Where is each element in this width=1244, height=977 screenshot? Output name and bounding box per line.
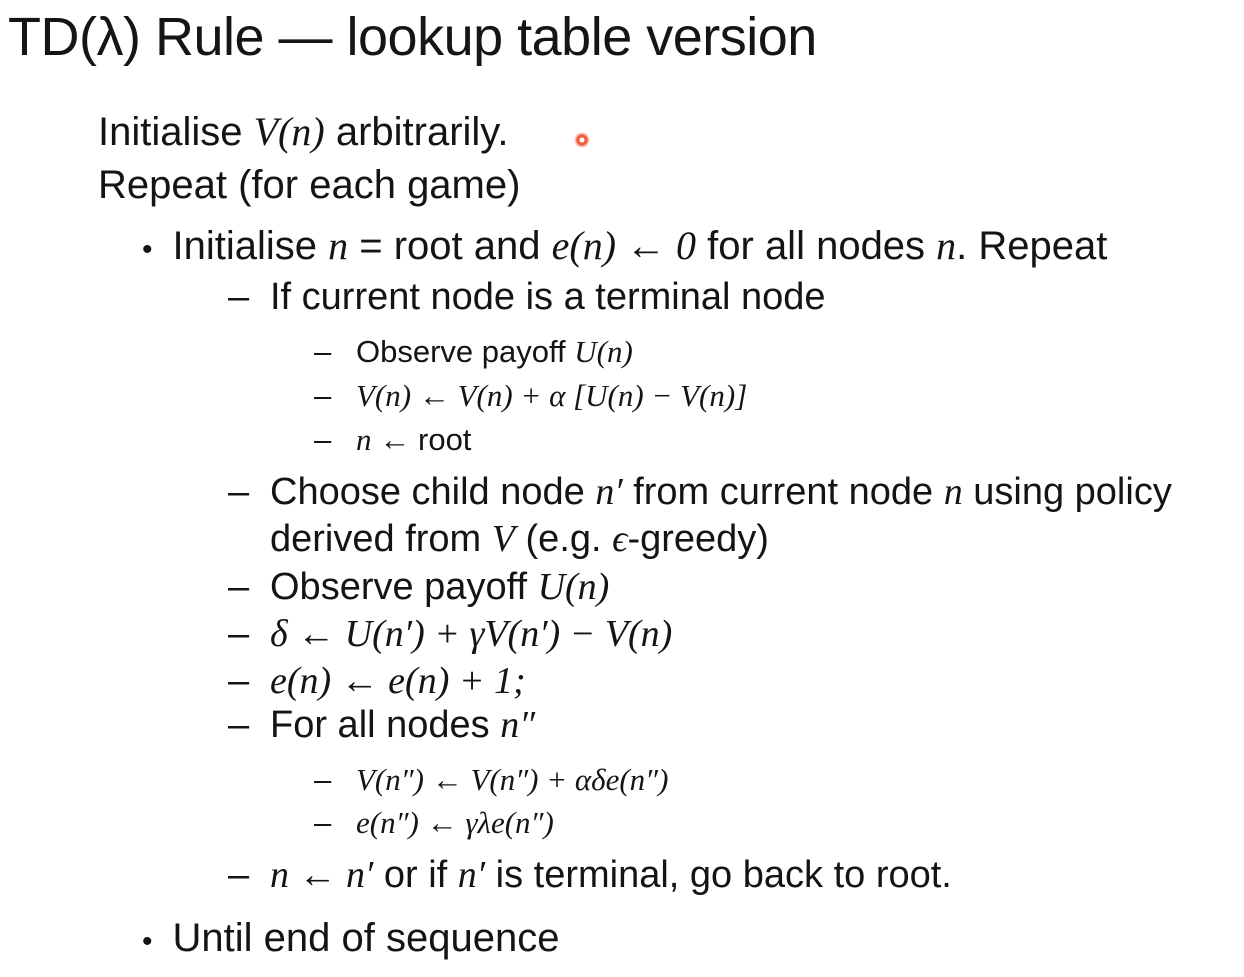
step-advance-node: – n ← n′ or if n′ is terminal, go back to… <box>228 854 952 896</box>
step-for-all-nodes: – For all nodes n″ <box>228 704 536 746</box>
step-choose-child-cont: derived from V (e.g. ϵ-greedy) <box>270 518 769 560</box>
substep-decay-trace: – e(n″) ← γλe(n″) <box>314 805 554 840</box>
substep-observe-payoff: – Observe payoff U(n) <box>314 334 633 369</box>
init-line: Initialise V(n) arbitrarily. <box>98 108 508 155</box>
step-delta: – δ ← U(n′) + γV(n′) − V(n) <box>228 613 673 655</box>
step-observe-payoff: – Observe payoff U(n) <box>228 566 610 608</box>
dash-icon: – <box>228 704 250 746</box>
substep-update-all: – V(n″) ← V(n″) + αδe(n″) <box>314 762 669 797</box>
slide-title: TD(λ) Rule — lookup table version <box>8 7 817 67</box>
init-text-post: arbitrarily. <box>324 110 509 154</box>
dash-icon: – <box>314 378 332 413</box>
step-choose-child: – Choose child node n′ from current node … <box>228 471 1172 513</box>
step-eligibility: – e(n) ← e(n) + 1; <box>228 660 526 702</box>
dash-icon: – <box>314 422 332 457</box>
init-math: V(n) <box>253 109 325 154</box>
bullet-item-initialise: • Initialise n = root and e(n) ← 0 for al… <box>142 223 1108 268</box>
dash-icon: – <box>228 660 250 702</box>
dash-icon: – <box>314 334 332 369</box>
substep-update-value: – V(n) ← V(n) + α [U(n) − V(n)] <box>314 378 748 413</box>
dash-icon: – <box>228 471 250 513</box>
bullet-icon: • <box>142 233 153 266</box>
bullet-icon: • <box>142 925 153 958</box>
dash-icon: – <box>228 566 250 608</box>
step-terminal-check: – If current node is a terminal node <box>228 276 826 318</box>
dash-icon: – <box>228 854 250 896</box>
pointer-dot-icon <box>574 132 590 148</box>
dash-icon: – <box>314 805 332 840</box>
repeat-line: Repeat (for each game) <box>98 163 521 207</box>
dash-icon: – <box>314 762 332 797</box>
dash-icon: – <box>228 276 250 318</box>
bullet-item-until: • Until end of sequence <box>142 916 560 960</box>
dash-icon: – <box>228 613 250 655</box>
substep-reset-root: – n ← root <box>314 422 472 457</box>
init-text: Initialise <box>98 110 254 154</box>
